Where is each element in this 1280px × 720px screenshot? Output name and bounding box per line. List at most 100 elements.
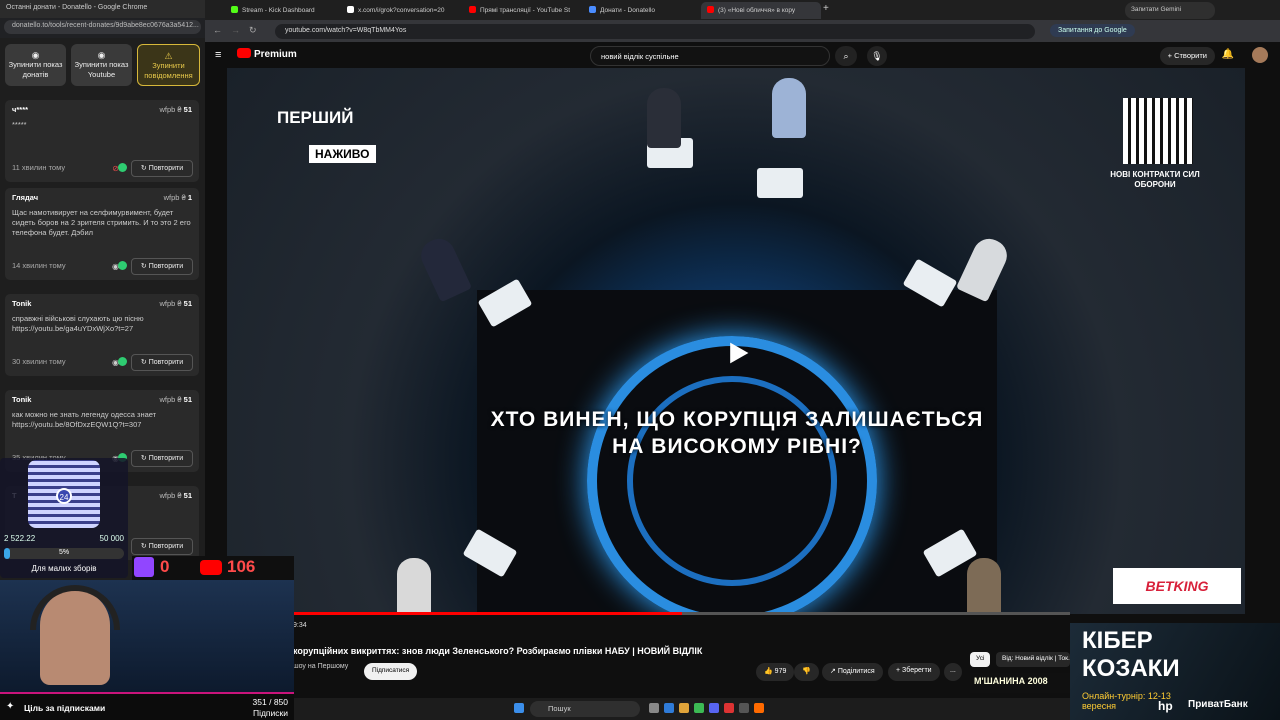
- reload-icon[interactable]: ↻: [249, 25, 257, 36]
- forward-icon[interactable]: →: [231, 25, 240, 35]
- qr-caption: НОВІ КОНТРАКТИ СИЛ ОБОРОНИ: [1110, 170, 1200, 189]
- repeat-button[interactable]: ↻ Повторити: [131, 450, 193, 467]
- search-input[interactable]: новий відлік суспільне: [590, 46, 830, 66]
- dislike-button[interactable]: 👎: [794, 663, 819, 681]
- task-view-icon[interactable]: [649, 703, 659, 713]
- donation-message: как можно не знать легенду одесса знает …: [12, 410, 157, 429]
- goal-percent: 5%: [58, 549, 70, 556]
- discord-icon[interactable]: [709, 703, 719, 713]
- repeat-button[interactable]: ↻ Повторити: [131, 160, 193, 177]
- donation-amount: wfpb ₴ 51: [159, 105, 192, 114]
- category-chip-from[interactable]: Від: Новий відлік | Ток...: [996, 652, 1070, 667]
- donation-message: Щас намотивирует на селфимурвимент, буде…: [12, 208, 191, 237]
- folder-icon[interactable]: [679, 703, 689, 713]
- repeat-button[interactable]: ↻ Повторити: [131, 258, 193, 275]
- tab-strip: Stream - Kick Dashboard x.com/i/grok?con…: [205, 0, 1280, 20]
- youtube-icon: [237, 48, 251, 58]
- ask-gemini-button[interactable]: Запитати Gemini: [1125, 2, 1215, 19]
- windows-start-icon[interactable]: [514, 703, 524, 713]
- person: [647, 88, 681, 148]
- video-time: 9:34: [293, 622, 307, 629]
- app-icon[interactable]: [664, 703, 674, 713]
- microphone-icon[interactable]: 🎙: [867, 46, 887, 66]
- share-button[interactable]: ↗ Поділитися: [822, 663, 883, 681]
- stop-circle-icon: ◉: [31, 50, 40, 60]
- app-icon[interactable]: [724, 703, 734, 713]
- channel-name[interactable]: шоу на Першому: [293, 663, 348, 670]
- create-button[interactable]: + Створити: [1159, 47, 1215, 65]
- stop-messages-button[interactable]: ⚠ Зупинити повідомлення: [137, 44, 200, 86]
- stop-youtube-button[interactable]: ◉ Зупинити показ Youtube: [71, 44, 132, 86]
- tab-donatello[interactable]: Донати - Donatello: [583, 2, 693, 19]
- youtube-header: ≡ Premium новий відлік суспільне ⌕ 🎙 + С…: [205, 42, 1280, 70]
- donation-message: справжні військові слухають цю пісню htt…: [12, 314, 144, 333]
- ad-headline: КІБЕР КОЗАКИ: [1082, 627, 1180, 682]
- warning-icon: ⚠: [164, 51, 173, 61]
- stop-donations-button[interactable]: ◉ Зупинити показ донатів: [5, 44, 66, 86]
- address-bar[interactable]: donatello.to/tools/recent-donates/9d9abe…: [4, 20, 201, 34]
- more-button[interactable]: ...: [944, 663, 962, 681]
- tab-kick[interactable]: Stream - Kick Dashboard: [225, 2, 360, 19]
- like-button[interactable]: 👍 979: [756, 663, 795, 681]
- back-icon[interactable]: ←: [213, 25, 222, 35]
- menu-icon[interactable]: ≡: [215, 49, 221, 61]
- donation-time: 14 хвилин тому: [12, 261, 66, 270]
- repeat-button[interactable]: ↻ Повторити: [131, 354, 193, 371]
- new-tab-button[interactable]: +: [821, 2, 835, 19]
- ad-banner: КІБЕР КОЗАКИ Онлайн-турнір: 12-13 вересня…: [1070, 623, 1280, 720]
- category-chip-all[interactable]: Усі: [970, 652, 991, 667]
- live-badge: НАЖИВО: [309, 145, 376, 163]
- subscriber-goal: ✦ Ціль за підписками 351 / 850 Підписки: [0, 692, 294, 720]
- twitch-count: 0: [160, 557, 170, 576]
- donation-amount: wfpb ₴ 51: [159, 299, 192, 308]
- donation-card: Tonik wfpb ₴ 51 справжні військові слуха…: [5, 294, 199, 376]
- progress-fill: [294, 612, 682, 615]
- raised-amount: 2 522.22: [4, 534, 36, 543]
- chrome-icon[interactable]: [694, 703, 704, 713]
- donation-card: Глядач wfpb ₴ 1 Щас намотивирует на селф…: [5, 188, 199, 280]
- twitch-icon: [134, 557, 154, 577]
- bell-icon[interactable]: 🔔: [1222, 49, 1234, 60]
- goal-label: Для малих зборів: [31, 564, 97, 573]
- taskbar: Пошук: [294, 698, 1070, 720]
- tab-active-video[interactable]: (3) «Нові обличчя» в кору: [701, 2, 821, 19]
- podium: [757, 168, 803, 198]
- video-player[interactable]: ПЕРШИЙ НАЖИВО ХТО ВИНЕН, ЩО КОРУПЦІЯ ЗАЛ…: [227, 68, 1245, 614]
- avatar[interactable]: [1252, 47, 1268, 63]
- address-bar[interactable]: youtube.com/watch?v=W8qTbMM4Yos: [275, 24, 1035, 39]
- channel-logo: ПЕРШИЙ: [277, 108, 354, 127]
- webcam: [0, 580, 294, 692]
- repeat-button[interactable]: ↻ Повторити: [131, 538, 193, 555]
- subscribe-button[interactable]: Підписатися: [364, 663, 418, 680]
- subscriber-goal-label: Ціль за підписками: [24, 703, 106, 713]
- youtube-icon: [200, 560, 222, 575]
- youtube-logo[interactable]: Premium: [237, 48, 297, 60]
- tab-grok[interactable]: x.com/i/grok?conversation=20: [341, 2, 471, 19]
- check-icon: [118, 357, 127, 366]
- donation-amount: wfpb ₴ 51: [159, 395, 192, 404]
- youtube-icon: [469, 6, 476, 13]
- bank-logo: ПриватБанк: [1188, 699, 1248, 710]
- taskbar-search[interactable]: Пошук: [530, 701, 640, 717]
- sponsor-logo: BETKING: [1113, 568, 1241, 604]
- window-title: Останні донати - Donatello - Google Chro…: [0, 0, 205, 18]
- play-icon[interactable]: [725, 340, 751, 366]
- viewer-counters: 0 106: [132, 556, 294, 580]
- person: [772, 78, 806, 138]
- search-icon[interactable]: ⌕: [835, 46, 857, 66]
- donation-message: *****: [12, 120, 27, 129]
- save-button[interactable]: + Зберегти: [888, 663, 940, 681]
- youtube-icon: [707, 6, 714, 13]
- donation-time: 11 хвилин тому: [12, 163, 66, 172]
- ask-google-button[interactable]: Запитання до Google: [1050, 24, 1135, 37]
- app-icon[interactable]: [739, 703, 749, 713]
- tab-yt-studio[interactable]: Прямі трансляції - YouTube St: [463, 2, 583, 19]
- obs-icon[interactable]: [754, 703, 764, 713]
- star-icon: ✦: [6, 701, 15, 712]
- recommended-thumb[interactable]: М'ШАНИНА 2008: [970, 673, 1070, 693]
- subscriber-goal-value: 351 / 850 Підписки: [252, 697, 288, 718]
- check-icon: [118, 261, 127, 270]
- qr-code: [1123, 98, 1193, 164]
- headset: [30, 585, 120, 630]
- progress-bar[interactable]: [294, 612, 1070, 615]
